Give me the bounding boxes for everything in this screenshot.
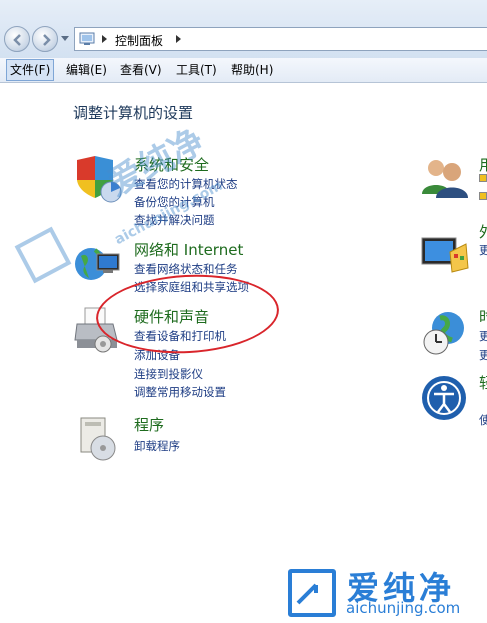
back-button[interactable] bbox=[4, 26, 30, 52]
menu-edit[interactable]: 编辑(E) bbox=[63, 60, 110, 80]
link-appearance-1[interactable]: 更 bbox=[479, 242, 487, 258]
link-connect-projector[interactable]: 连接到投影仪 bbox=[134, 366, 203, 382]
recent-pages-dropdown-icon[interactable] bbox=[61, 36, 69, 42]
menu-bar: 文件(F) 编辑(E) 查看(V) 工具(T) 帮助(H) bbox=[0, 58, 487, 83]
appearance-monitor-icon[interactable] bbox=[420, 232, 470, 282]
menu-help[interactable]: 帮助(H) bbox=[228, 60, 276, 80]
brand-logo-icon bbox=[288, 569, 336, 617]
network-globe-icon[interactable] bbox=[73, 240, 123, 290]
address-bar[interactable]: 控制面板 bbox=[74, 27, 487, 51]
forward-button[interactable] bbox=[32, 26, 58, 52]
link-clock-2[interactable]: 更 bbox=[479, 347, 487, 363]
brand-logo-mark-icon bbox=[296, 583, 318, 605]
breadcrumb-control-panel[interactable]: 控制面板 bbox=[115, 32, 163, 49]
category-title-network-internet[interactable]: 网络和 Internet bbox=[134, 239, 243, 260]
link-clock-1[interactable]: 更 bbox=[479, 328, 487, 344]
link-uninstall-program[interactable]: 卸载程序 bbox=[134, 438, 180, 454]
category-title-ease-of-access[interactable]: 轻 bbox=[479, 372, 487, 393]
ease-of-access-icon[interactable] bbox=[420, 374, 470, 424]
navigation-bar: 控制面板 bbox=[0, 0, 487, 58]
link-mobility-settings[interactable]: 调整常用移动设置 bbox=[134, 384, 226, 400]
arrow-right-icon bbox=[43, 34, 51, 46]
watermark-logo-icon bbox=[14, 226, 72, 284]
breadcrumb-separator-icon[interactable] bbox=[176, 35, 181, 43]
user-accounts-icon[interactable] bbox=[420, 154, 470, 204]
menu-file[interactable]: 文件(F) bbox=[6, 59, 55, 81]
control-panel-icon bbox=[79, 32, 95, 45]
link-ease-1[interactable]: 使 bbox=[479, 412, 487, 428]
menu-view[interactable]: 查看(V) bbox=[117, 60, 165, 80]
menu-tools[interactable]: 工具(T) bbox=[173, 60, 220, 80]
breadcrumb-separator-icon[interactable] bbox=[102, 35, 107, 43]
category-title-appearance[interactable]: 外 bbox=[479, 221, 487, 242]
programs-box-icon[interactable] bbox=[73, 414, 123, 464]
category-title-programs[interactable]: 程序 bbox=[134, 414, 164, 435]
shield-icon bbox=[479, 192, 487, 200]
brand-url: aichunjing.com bbox=[346, 599, 461, 617]
clock-globe-icon[interactable] bbox=[420, 308, 470, 358]
arrow-left-icon bbox=[13, 34, 21, 46]
category-title-clock[interactable]: 时 bbox=[479, 306, 487, 327]
shield-icon bbox=[479, 174, 487, 182]
category-title-user-accounts[interactable]: 用 bbox=[479, 154, 487, 175]
